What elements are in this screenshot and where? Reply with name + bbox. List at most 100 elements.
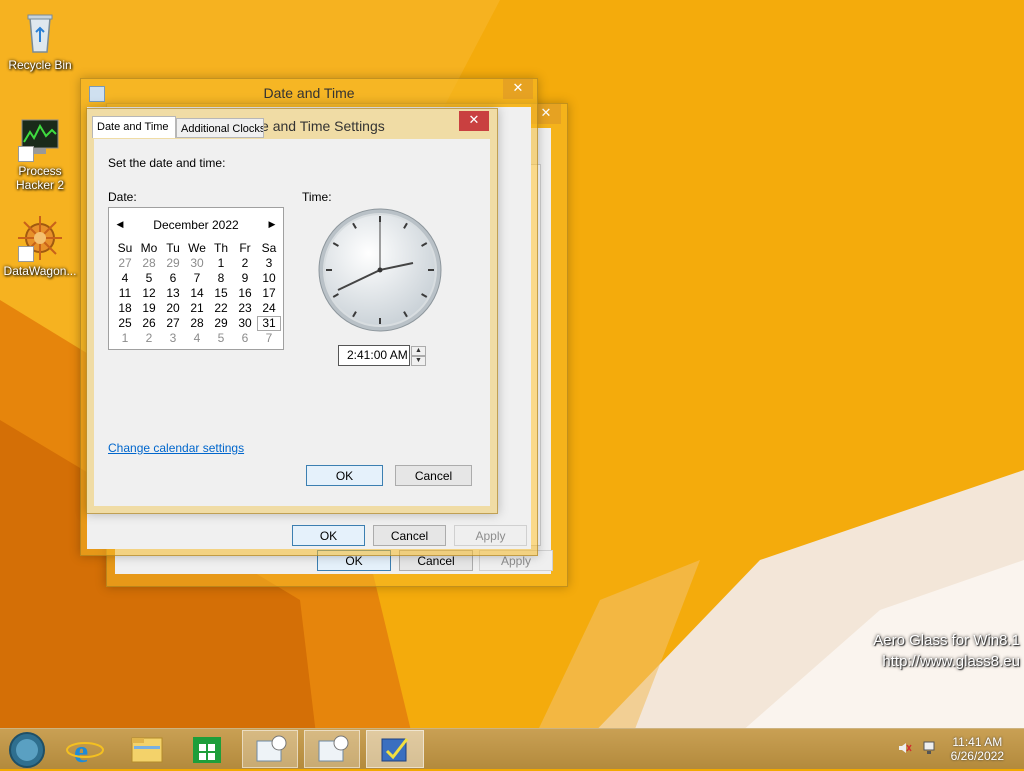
aero-glass-watermark: Aero Glass for Win8.1 http://www.glass8.… (873, 630, 1020, 672)
desktop-icon-recycle-bin[interactable]: Recycle Bin (0, 8, 80, 72)
next-month-icon[interactable]: ▶ (266, 218, 278, 230)
start-button[interactable] (0, 730, 54, 768)
calendar-day[interactable]: 7 (185, 271, 209, 286)
taskbar-date-time-2[interactable] (304, 730, 360, 768)
weekday-header: We (188, 241, 206, 255)
settings-ok-button[interactable]: OK (306, 465, 383, 486)
ok-button[interactable]: OK (292, 525, 365, 546)
close-icon: ✕ (468, 112, 480, 127)
checklist-icon (381, 738, 409, 762)
calendar-day[interactable]: 16 (233, 286, 257, 301)
calendar-day[interactable]: 1 (209, 256, 233, 271)
change-calendar-settings-link[interactable]: Change calendar settings (108, 441, 244, 455)
calendar-day[interactable]: 20 (161, 301, 185, 316)
calendar-day[interactable]: 27 (161, 316, 185, 331)
time-spin-down-button[interactable]: ▼ (411, 356, 426, 366)
calendar-day[interactable]: 2 (137, 331, 161, 346)
calendar-day[interactable]: 3 (257, 256, 281, 271)
calendar-day[interactable]: 26 (137, 316, 161, 331)
calendar-day[interactable]: 19 (137, 301, 161, 316)
calendar-day[interactable]: 5 (137, 271, 161, 286)
start-orb-icon (9, 732, 45, 768)
calendar-day[interactable]: 30 (233, 316, 257, 331)
calendar-week-row: 18 19 20 21 22 23 24 (113, 301, 281, 316)
time-input[interactable]: 2:41:00 AM (338, 345, 410, 366)
calendar-day[interactable]: 28 (185, 316, 209, 331)
tab-date-and-time[interactable]: Date and Time (92, 116, 176, 138)
close-icon: ✕ (540, 105, 552, 120)
calendar-day[interactable]: 5 (209, 331, 233, 346)
calendar-day[interactable]: 11 (113, 286, 137, 301)
clock-date: 6/26/2022 (950, 749, 1004, 763)
desktop-icon-process-hacker[interactable]: Process Hacker 2 (0, 114, 80, 192)
network-icon[interactable] (922, 741, 938, 755)
calendar-day[interactable]: 14 (185, 286, 209, 301)
calendar-day[interactable]: 8 (209, 271, 233, 286)
volume-muted-icon[interactable] (898, 741, 912, 755)
calendar-day[interactable]: 21 (185, 301, 209, 316)
calendar-day[interactable]: 22 (209, 301, 233, 316)
calendar-day[interactable]: 15 (209, 286, 233, 301)
calendar-day[interactable]: 25 (113, 316, 137, 331)
calendar-day[interactable]: 6 (233, 331, 257, 346)
tab-label: Additional Clocks (181, 123, 264, 135)
tab-additional-clocks[interactable]: Additional Clocks (176, 118, 264, 138)
desktop-icon-datawagon[interactable]: DataWagon... (0, 214, 80, 278)
calendar-day[interactable]: 12 (137, 286, 161, 301)
calendar-day[interactable]: 9 (233, 271, 257, 286)
calendar-day[interactable]: 1 (113, 331, 137, 346)
calendar-day[interactable]: 10 (257, 271, 281, 286)
ok-label: OK (319, 529, 338, 543)
calendar-day[interactable]: 3 (161, 331, 185, 346)
analog-clock-icon (318, 208, 442, 332)
cancel-label: Cancel (414, 469, 453, 483)
calendar-day[interactable]: 29 (209, 316, 233, 331)
settings-close-button[interactable]: ✕ (459, 111, 489, 131)
calendar-month-title[interactable]: December 2022 (109, 218, 283, 234)
calendar-clock-icon (318, 735, 349, 762)
settings-cancel-button[interactable]: Cancel (395, 465, 472, 486)
time-label: Time: (302, 190, 332, 204)
calendar-day[interactable]: 24 (257, 301, 281, 316)
weekday-header: Mo (140, 241, 158, 255)
calendar-day[interactable]: 4 (185, 331, 209, 346)
calendar-control[interactable]: ◀ December 2022 ▶ Su Mo Tu We Th Fr Sa 2… (108, 207, 284, 350)
calendar-day[interactable]: 18 (113, 301, 137, 316)
calendar-day[interactable]: 23 (233, 301, 257, 316)
system-clock[interactable]: 11:41 AM 6/26/2022 (951, 735, 1004, 763)
time-spin-up-button[interactable]: ▲ (411, 346, 426, 356)
calendar-day[interactable]: 27 (113, 256, 137, 271)
cancel-button[interactable]: Cancel (373, 525, 446, 546)
taskbar-file-explorer[interactable] (120, 730, 174, 768)
date-and-time-close-button[interactable]: ✕ (503, 79, 533, 99)
calendar-week-row: 4 5 6 7 8 9 10 (113, 271, 281, 286)
calendar-week-row: 27 28 29 30 1 2 3 (113, 256, 281, 271)
window-title: Date and Time (263, 85, 355, 101)
taskbar-checklist-app[interactable] (366, 730, 424, 768)
taskbar-store[interactable] (180, 730, 234, 768)
taskbar-internet-explorer[interactable]: e (58, 730, 112, 769)
svg-text:e: e (74, 733, 88, 768)
calendar-day[interactable]: 6 (161, 271, 185, 286)
date-and-time-titlebar[interactable]: Date and Time (81, 79, 537, 107)
calendar-day-selected[interactable]: 31 (257, 316, 281, 331)
shortcut-arrow-icon (18, 246, 34, 262)
calendar-day[interactable]: 13 (161, 286, 185, 301)
calendar-day[interactable]: 2 (233, 256, 257, 271)
cancel-label: Cancel (390, 529, 429, 543)
watermark-line-2: http://www.glass8.eu (882, 653, 1020, 670)
calendar-day[interactable]: 17 (257, 286, 281, 301)
calendar-day[interactable]: 4 (113, 271, 137, 286)
apply-label: Apply (475, 529, 506, 543)
desktop-icon-label: Recycle Bin (8, 58, 72, 72)
calendar-day[interactable]: 28 (137, 256, 161, 271)
spin-up-icon: ▲ (415, 347, 422, 354)
calendar-day[interactable]: 30 (185, 256, 209, 271)
calendar-clock-icon (256, 735, 287, 762)
tab-label: Date and Time (97, 121, 169, 133)
calendar-day[interactable]: 29 (161, 256, 185, 271)
taskbar-date-time-1[interactable] (242, 730, 298, 768)
calendar-day[interactable]: 7 (257, 331, 281, 346)
process-hacker-icon (16, 114, 64, 162)
apply-button[interactable]: Apply (454, 525, 527, 546)
